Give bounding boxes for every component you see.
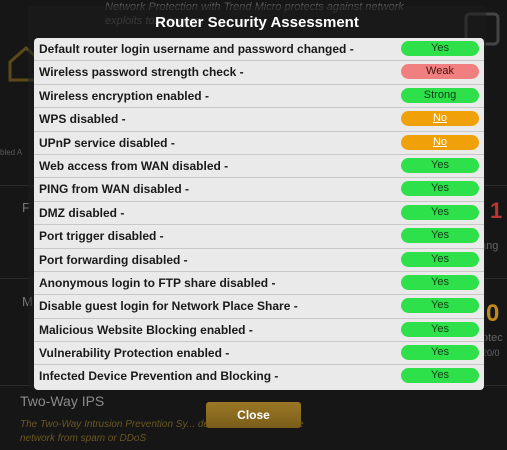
assessment-row: DMZ disabled - Yes	[34, 202, 484, 226]
assessment-label: Malicious Website Blocking enabled -	[39, 322, 253, 337]
assessment-label: WPS disabled -	[39, 112, 126, 127]
status-badge: Yes	[401, 181, 479, 197]
close-button[interactable]: Close	[206, 402, 301, 428]
background-count: 1	[490, 198, 503, 223]
assessment-label: Default router login username and passwo…	[39, 42, 354, 56]
background-count: 0	[486, 300, 500, 327]
modal-title: Router Security Assessment	[155, 14, 359, 31]
status-badge: Yes	[401, 368, 479, 384]
status-badge: Yes	[401, 321, 479, 337]
two-way-ips-title: Two-Way IPS	[20, 393, 105, 409]
status-badge: Yes	[401, 204, 479, 220]
assessment-row: Anonymous login to FTP share disabled - Y…	[34, 272, 484, 296]
status-badge: Weak	[401, 64, 479, 80]
assessment-label: Wireless encryption enabled -	[39, 88, 209, 103]
assessment-label: Infected Device Prevention and Blocking …	[39, 369, 279, 384]
assessment-label: Web access from WAN disabled -	[39, 158, 229, 173]
assessment-list: Default router login username and passwo…	[34, 38, 484, 390]
assessment-row: Port forwarding disabled - Yes	[34, 249, 484, 272]
assessment-row: Vulnerability Protection enabled - Yes	[34, 342, 484, 366]
status-badge: Strong	[401, 87, 479, 103]
status-link[interactable]: No	[401, 111, 479, 127]
background-label: bled A	[0, 148, 23, 157]
status-badge: Yes	[401, 157, 479, 173]
assessment-label: DMZ disabled -	[39, 205, 125, 220]
status-badge: Yes	[401, 274, 479, 290]
assessment-row: WPS disabled - No	[34, 108, 484, 132]
status-badge: Yes	[401, 345, 479, 361]
status-badge: Yes	[401, 228, 479, 244]
status-badge: Yes	[401, 298, 479, 314]
assessment-row: Default router login username and passwo…	[34, 38, 484, 62]
assessment-label: Disable guest login for Network Place Sh…	[39, 299, 298, 314]
status-link[interactable]: No	[401, 134, 479, 150]
assessment-row: Infected Device Prevention and Blocking …	[34, 365, 484, 388]
assessment-row: Disable guest login for Network Place Sh…	[34, 295, 484, 319]
assessment-label: Anonymous login to FTP share disabled -	[39, 275, 276, 290]
assessment-row: Web access from WAN disabled - Yes	[34, 155, 484, 179]
assessment-row: Malicious Website Blocking enabled - Yes	[34, 319, 484, 343]
assessment-row: Wireless password strength check - Weak	[34, 61, 484, 85]
assessment-row: Wireless encryption enabled - Strong	[34, 85, 484, 109]
assessment-label: Vulnerability Protection enabled -	[39, 346, 230, 361]
assessment-label: UPnP service disabled -	[39, 135, 175, 150]
assessment-row: Port trigger disabled - Yes	[34, 225, 484, 249]
assessment-row: PING from WAN disabled - Yes	[34, 178, 484, 202]
assessment-row: UPnP service disabled - No	[34, 132, 484, 155]
status-badge: Yes	[401, 41, 479, 56]
assessment-label: PING from WAN disabled -	[39, 182, 190, 197]
assessment-label: Wireless password strength check -	[39, 65, 244, 80]
assessment-label: Port forwarding disabled -	[39, 252, 188, 267]
status-badge: Yes	[401, 251, 479, 267]
assessment-label: Port trigger disabled -	[39, 229, 164, 244]
